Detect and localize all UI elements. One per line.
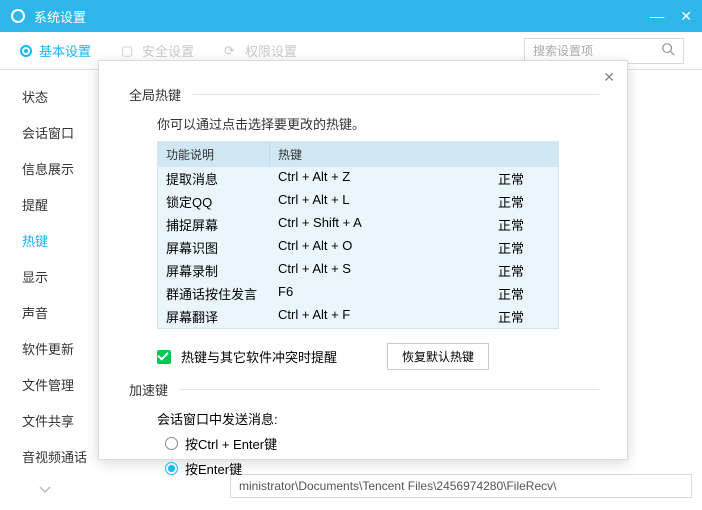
radio-ctrl-enter[interactable]: 按Ctrl + Enter键 [165, 434, 599, 453]
radio-icon [165, 462, 178, 475]
hotkey-func: 捕捉屏幕 [158, 215, 270, 234]
section-global-hotkey-title: 全局热键 [129, 85, 181, 104]
tab-basic-settings[interactable]: 基本设置 [18, 41, 91, 60]
col-func: 功能说明 [158, 142, 270, 167]
gear-icon [18, 43, 34, 59]
app-logo-icon [10, 8, 26, 24]
sidebar-item-display[interactable]: 显示 [0, 260, 90, 296]
divider [180, 389, 599, 390]
sidebar-more-icon[interactable] [0, 476, 90, 497]
sidebar-item-hotkey[interactable]: 热键 [0, 224, 90, 260]
sidebar-item-av-call[interactable]: 音视频通话 [0, 440, 90, 476]
key-icon: ⟳ [224, 43, 240, 59]
hotkey-row[interactable]: 屏幕识图Ctrl + Alt + O正常 [158, 236, 558, 259]
conflict-label: 热键与其它软件冲突时提醒 [181, 347, 337, 366]
hotkey-table-header: 功能说明 热键 [158, 142, 558, 167]
hotkey-status: 正常 [488, 192, 558, 211]
divider [193, 94, 599, 95]
hotkey-func: 屏幕翻译 [158, 307, 270, 326]
hotkey-row[interactable]: 群通话按住发言F6正常 [158, 282, 558, 305]
settings-sidebar: 状态 会话窗口 信息展示 提醒 热键 显示 声音 软件更新 文件管理 文件共享 … [0, 70, 90, 510]
hotkey-status: 正常 [488, 215, 558, 234]
minimize-button[interactable]: — [650, 9, 664, 23]
sidebar-item-reminder[interactable]: 提醒 [0, 188, 90, 224]
sidebar-item-sound[interactable]: 声音 [0, 296, 90, 332]
sidebar-item-status[interactable]: 状态 [0, 80, 90, 116]
restore-default-button[interactable]: 恢复默认热键 [387, 343, 489, 370]
tab-security-label: 安全设置 [142, 41, 194, 60]
tab-basic-label: 基本设置 [39, 41, 91, 60]
sidebar-item-chat-window[interactable]: 会话窗口 [0, 116, 90, 152]
window-title: 系统设置 [34, 7, 650, 26]
radio-icon [165, 437, 178, 450]
hotkey-status: 正常 [488, 238, 558, 257]
hotkey-func: 群通话按住发言 [158, 284, 270, 303]
hotkey-table: 功能说明 热键 提取消息Ctrl + Alt + Z正常锁定QQCtrl + A… [157, 141, 559, 329]
search-placeholder: 搜索设置项 [533, 42, 593, 59]
sidebar-item-file-manage[interactable]: 文件管理 [0, 368, 90, 404]
radio-enter-label: 按Enter键 [185, 459, 242, 478]
col-hotkey: 热键 [270, 142, 558, 167]
tab-security-settings[interactable]: ▢ 安全设置 [121, 41, 194, 60]
dialog-close-button[interactable]: ✕ [603, 69, 615, 86]
hotkey-status: 正常 [488, 169, 558, 188]
hotkey-row[interactable]: 屏幕录制Ctrl + Alt + S正常 [158, 259, 558, 282]
title-bar: 系统设置 — ✕ [0, 0, 702, 32]
hotkey-status: 正常 [488, 261, 558, 280]
hotkey-row[interactable]: 锁定QQCtrl + Alt + L正常 [158, 190, 558, 213]
hotkey-status: 正常 [488, 284, 558, 303]
hotkey-key: Ctrl + Alt + O [270, 238, 488, 257]
hotkey-key: Ctrl + Alt + F [270, 307, 488, 326]
hotkey-key: Ctrl + Shift + A [270, 215, 488, 234]
section-accel-title: 加速键 [129, 380, 168, 399]
hotkey-row[interactable]: 捕捉屏幕Ctrl + Shift + A正常 [158, 213, 558, 236]
shield-icon: ▢ [121, 43, 137, 59]
sidebar-item-info-display[interactable]: 信息展示 [0, 152, 90, 188]
hotkey-func: 屏幕识图 [158, 238, 270, 257]
hotkey-func: 提取消息 [158, 169, 270, 188]
hotkey-func: 屏幕录制 [158, 261, 270, 280]
hotkey-key: Ctrl + Alt + L [270, 192, 488, 211]
hotkey-row[interactable]: 提取消息Ctrl + Alt + Z正常 [158, 167, 558, 190]
send-msg-label: 会话窗口中发送消息: [157, 409, 599, 428]
hotkey-key: Ctrl + Alt + S [270, 261, 488, 280]
sidebar-item-file-share[interactable]: 文件共享 [0, 404, 90, 440]
hotkey-func: 锁定QQ [158, 192, 270, 211]
tab-permission-settings[interactable]: ⟳ 权限设置 [224, 41, 297, 60]
hotkey-key: Ctrl + Alt + Z [270, 169, 488, 188]
conflict-checkbox[interactable] [157, 350, 171, 364]
hotkey-dialog: ✕ 全局热键 你可以通过点击选择要更改的热键。 功能说明 热键 提取消息Ctrl… [98, 60, 628, 460]
radio-enter[interactable]: 按Enter键 [165, 459, 599, 478]
sidebar-item-update[interactable]: 软件更新 [0, 332, 90, 368]
search-icon [661, 42, 675, 59]
hotkey-status: 正常 [488, 307, 558, 326]
radio-ctrl-enter-label: 按Ctrl + Enter键 [185, 434, 277, 453]
hotkey-row[interactable]: 屏幕翻译Ctrl + Alt + F正常 [158, 305, 558, 328]
close-button[interactable]: ✕ [680, 9, 692, 23]
global-hotkey-desc: 你可以通过点击选择要更改的热键。 [157, 114, 599, 133]
tab-permission-label: 权限设置 [245, 41, 297, 60]
hotkey-key: F6 [270, 284, 488, 303]
